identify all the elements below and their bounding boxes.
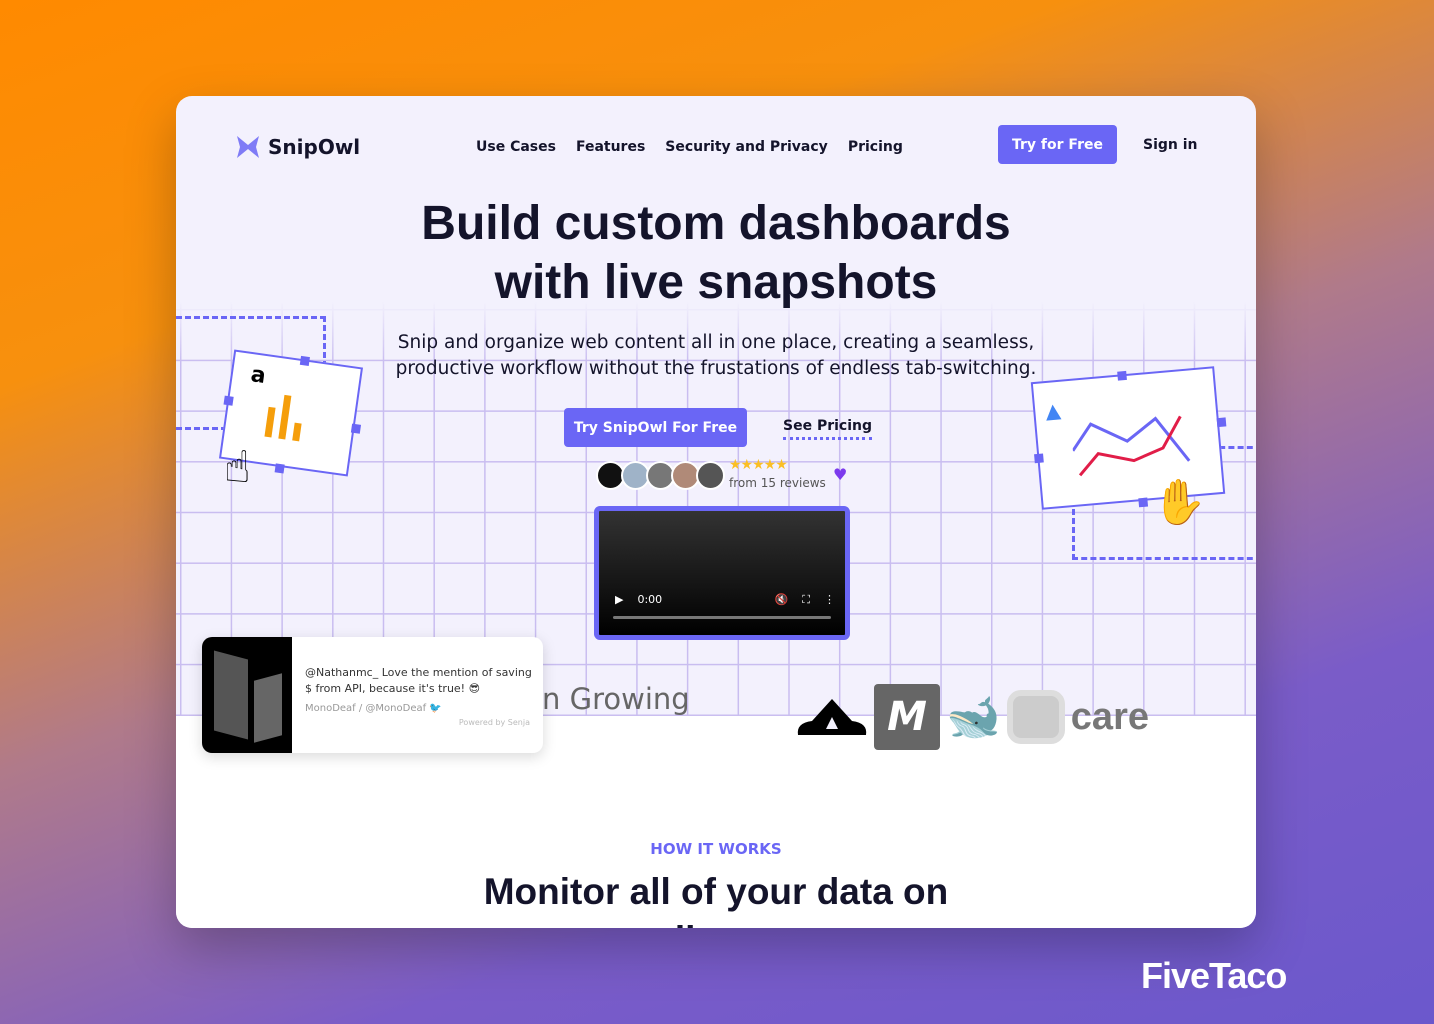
- care-logo: care: [1070, 695, 1149, 738]
- nav-use-cases[interactable]: Use Cases: [476, 139, 556, 155]
- fivetaco-watermark: FiveTaco: [1141, 955, 1287, 996]
- fullscreen-icon[interactable]: ⛶: [802, 593, 810, 607]
- how-title-line-1: Monitor all of your data on: [483, 871, 949, 912]
- m-logo-icon: M: [874, 684, 940, 750]
- line-chart-graphic: [1071, 415, 1191, 477]
- grab-hand-icon: ✋: [1152, 477, 1207, 528]
- try-for-free-button[interactable]: Try for Free: [998, 125, 1117, 164]
- mute-icon[interactable]: 🔇: [775, 593, 789, 607]
- powered-by-senja[interactable]: Powered by Senja: [459, 718, 530, 727]
- how-it-works-eyebrow: HOW IT WORKS: [650, 840, 782, 858]
- testimonial-avatar: [202, 637, 292, 753]
- cloud-logo-icon: [797, 699, 867, 735]
- nav-security[interactable]: Security and Privacy: [665, 139, 828, 155]
- play-icon[interactable]: ▶: [615, 593, 623, 607]
- brand-name: SnipOwl: [268, 135, 361, 159]
- hero-title: Build custom dashboards with live snapsho…: [176, 194, 1256, 312]
- how-it-works-title: Monitor all of your data on one live page: [176, 868, 1256, 928]
- nav-features[interactable]: Features: [576, 139, 645, 155]
- amazon-icon: a: [249, 362, 268, 389]
- growing-heading: n Growing: [542, 682, 690, 716]
- customer-logos: M 🐋 care: [796, 684, 1149, 750]
- testimonial-card[interactable]: @Nathanmc_ Love the mention of saving $ …: [202, 637, 543, 753]
- twitter-icon: 🐦: [429, 703, 442, 714]
- logo[interactable]: SnipOwl: [234, 133, 360, 161]
- subtitle-line-2: productive workflow without the frustati…: [395, 358, 1037, 379]
- subtitle-line-1: Snip and organize web content all in one…: [397, 332, 1035, 353]
- video-progress-bar[interactable]: [613, 616, 831, 619]
- review-count: from 15 reviews: [729, 476, 826, 490]
- sign-in-link[interactable]: Sign in: [1143, 137, 1198, 153]
- more-options-icon[interactable]: ⋮: [824, 593, 835, 607]
- video-time: 0:00: [637, 593, 663, 606]
- bracket-logo-icon: [1006, 690, 1065, 744]
- reviewer-avatars: [596, 461, 725, 490]
- testimonial-text: @Nathanmc_ Love the mention of saving $ …: [305, 666, 532, 695]
- nav-pricing[interactable]: Pricing: [848, 139, 903, 155]
- try-snipowl-button[interactable]: Try SnipOwl For Free: [564, 408, 747, 447]
- landing-page: SnipOwl Use Cases Features Security and …: [176, 96, 1256, 928]
- avatar: [696, 461, 725, 490]
- snipowl-logo-icon: [237, 136, 259, 158]
- see-pricing-link[interactable]: See Pricing: [783, 418, 872, 440]
- testimonial-author: MonoDeaf / @MonoDeaf 🐦: [305, 703, 442, 714]
- google-ads-icon: ▲: [1044, 397, 1062, 424]
- heart-icon: ♥: [833, 465, 848, 484]
- title-line-1: Build custom dashboards: [421, 197, 1011, 250]
- navbar: SnipOwl Use Cases Features Security and …: [176, 125, 1256, 169]
- hand-cursor-icon: ☝: [224, 442, 251, 493]
- whale-logo-icon: 🐋: [946, 692, 1001, 743]
- video-player[interactable]: ▶ 0:00 🔇 ⛶ ⋮: [594, 506, 850, 640]
- title-line-2: with live snapshots: [494, 256, 938, 309]
- how-title-line-2: one live page: [599, 919, 833, 928]
- author-name: MonoDeaf / @MonoDeaf: [305, 703, 427, 714]
- rating-stars: ★★★★★: [729, 457, 788, 473]
